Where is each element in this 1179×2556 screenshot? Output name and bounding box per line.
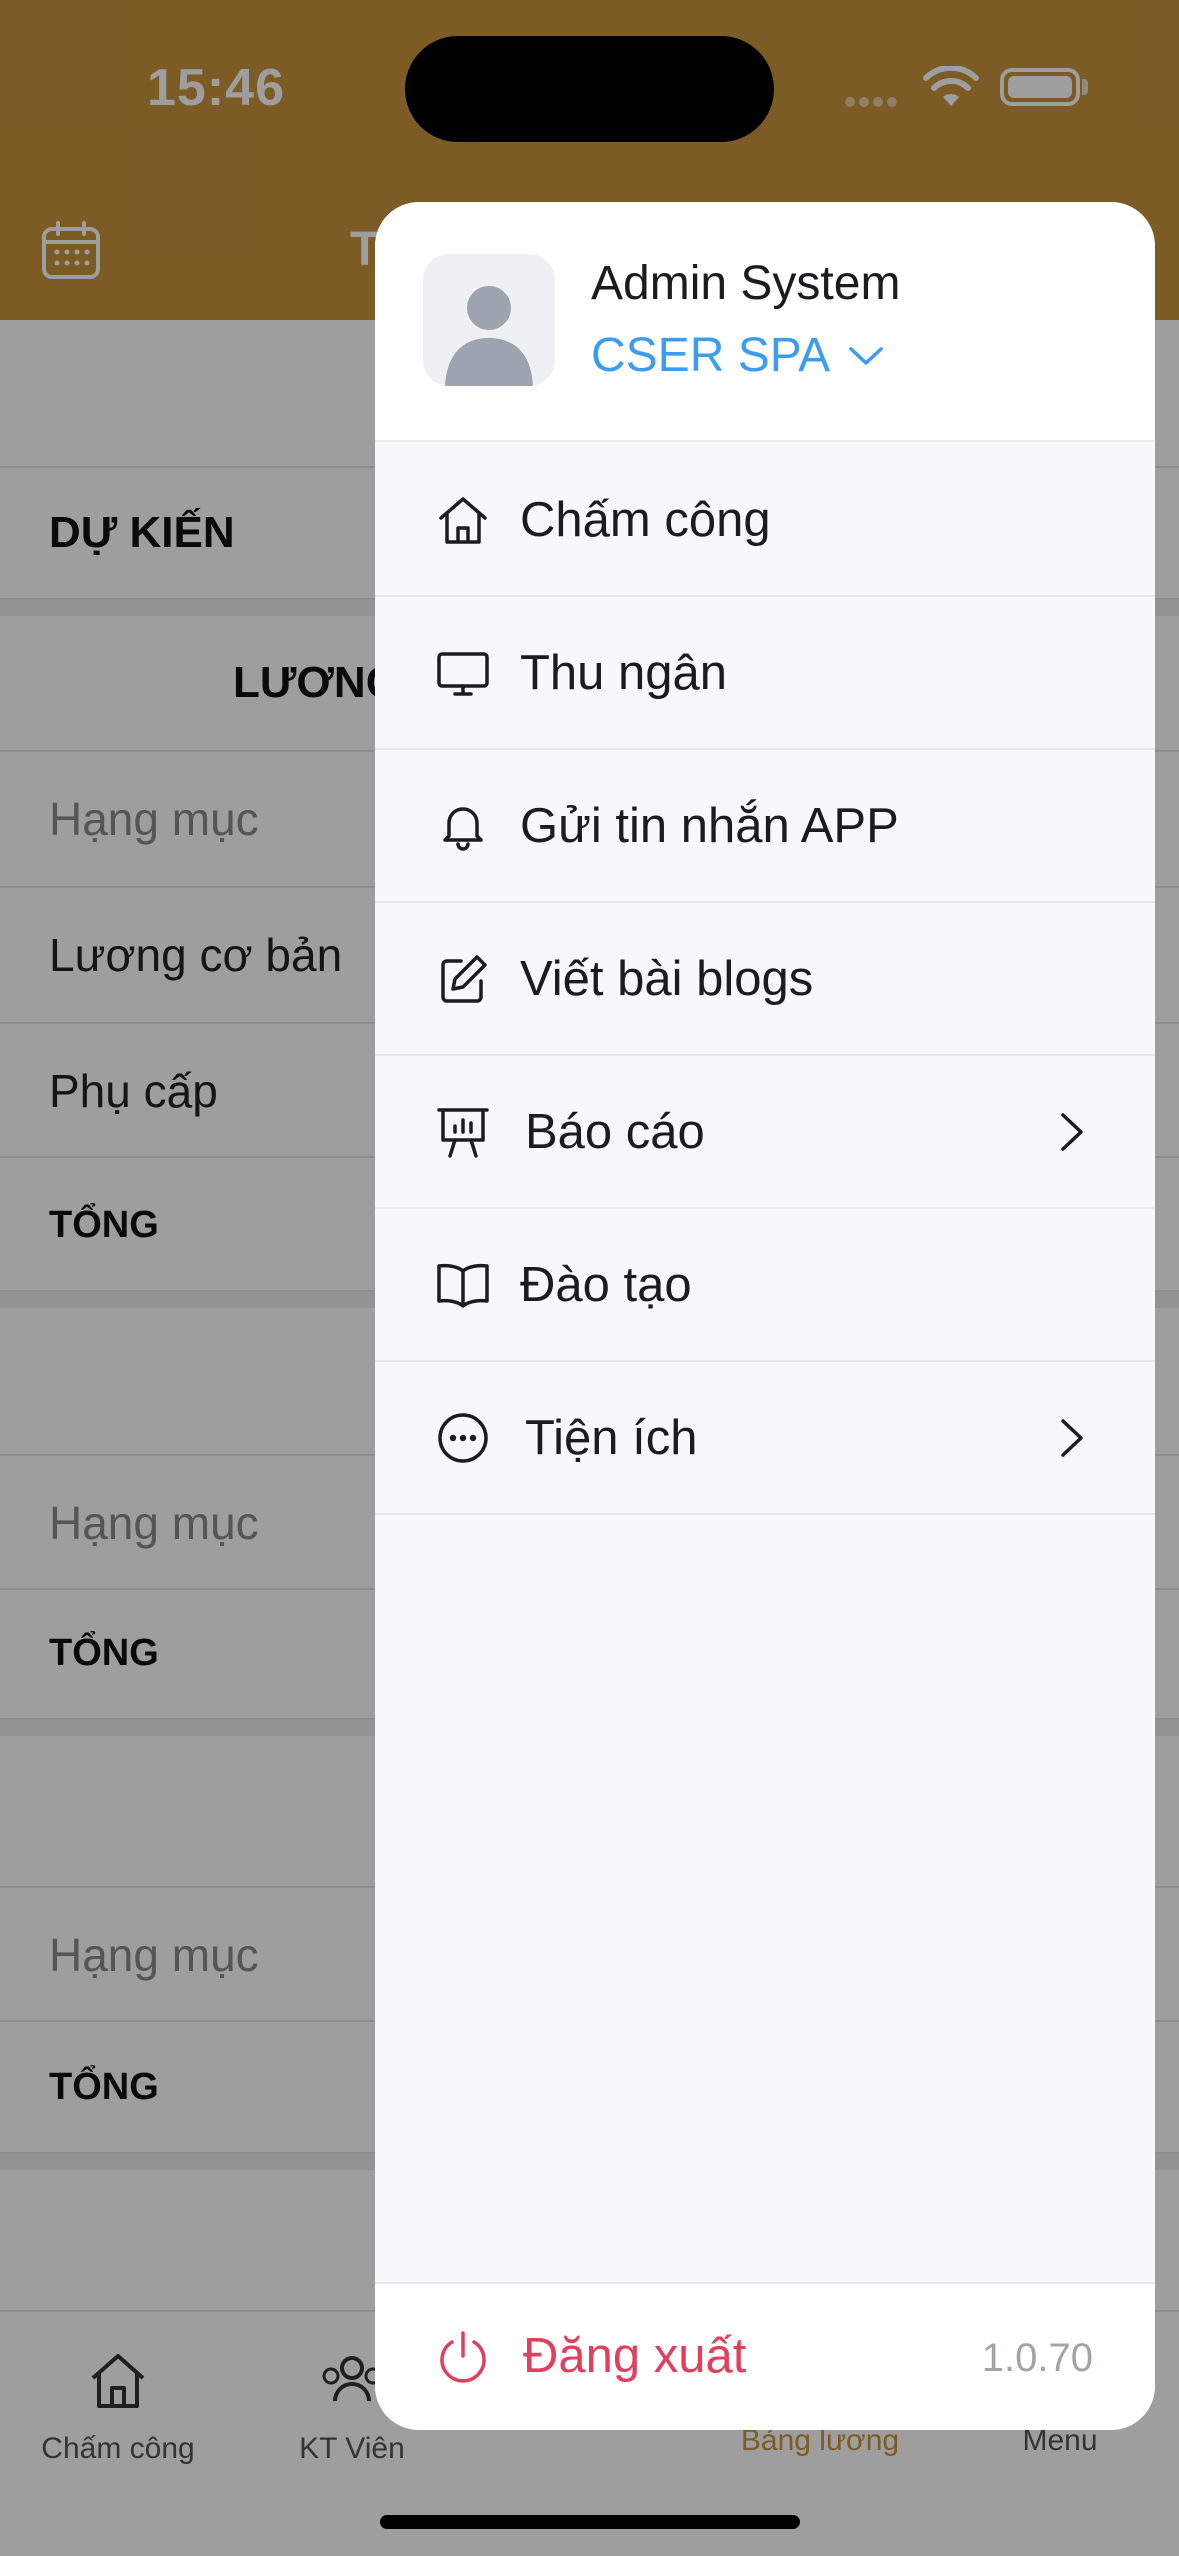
organization-name: CSER SPA (591, 329, 831, 382)
menu-item-label: Thu ngân (520, 645, 728, 700)
chevron-right-icon (1061, 1112, 1083, 1151)
menu-item-label: Gửi tin nhắn APP (520, 798, 899, 853)
presentation-chart-icon (437, 1107, 489, 1158)
drawer-footer: Đăng xuất 1.0.70 (375, 2282, 1155, 2430)
app-version: 1.0.70 (981, 2336, 1093, 2380)
user-placeholder-icon (445, 286, 533, 386)
menu-item-label: Đào tạo (520, 1257, 692, 1312)
logout-label: Đăng xuất (523, 2329, 747, 2383)
menu-item-label: Báo cáo (525, 1104, 705, 1159)
more-circle-icon (438, 1412, 488, 1463)
menu-item-viet-bai-blogs[interactable]: Viết bài blogs (375, 903, 1155, 1056)
menu-item-cham-cong[interactable]: Chấm công (375, 444, 1155, 597)
bell-icon (443, 806, 483, 851)
menu-item-bao-cao[interactable]: Báo cáo (375, 1056, 1155, 1209)
logout-button[interactable]: Đăng xuất (435, 2328, 746, 2384)
menu-item-tien-ich[interactable]: Tiện ích (375, 1362, 1155, 1515)
profile-header: Admin System CSER SPA (375, 202, 1155, 442)
monitor-icon (437, 651, 489, 696)
menu-item-label: Viết bài blogs (520, 951, 814, 1006)
menu-item-dao-tao[interactable]: Đào tạo (375, 1209, 1155, 1362)
menu-item-thu-ngan[interactable]: Thu ngân (375, 597, 1155, 750)
edit-icon (441, 954, 487, 1003)
home-indicator[interactable] (380, 2515, 800, 2529)
chevron-down-icon (849, 346, 883, 365)
menu-item-gui-tin-nhan[interactable]: Gửi tin nhắn APP (375, 750, 1155, 903)
organization-selector[interactable]: CSER SPA (591, 328, 884, 383)
user-name: Admin System (591, 257, 901, 310)
home-icon (439, 496, 487, 544)
power-icon (440, 2331, 486, 2383)
book-icon (437, 1263, 489, 1308)
chevron-right-icon (1061, 1418, 1083, 1457)
menu-item-label: Tiện ích (525, 1410, 698, 1465)
side-drawer: Admin System CSER SPA Chấm công Thu ngân… (375, 202, 1155, 2430)
avatar[interactable] (423, 254, 555, 386)
menu-item-label: Chấm công (520, 492, 771, 547)
